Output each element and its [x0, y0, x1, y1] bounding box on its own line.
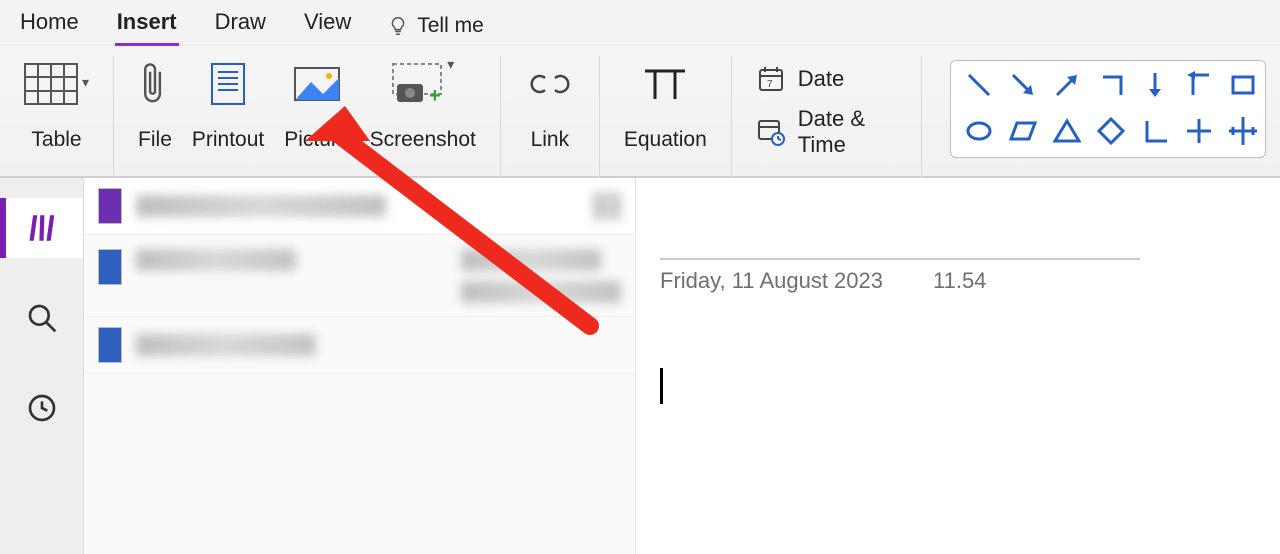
calendar-clock-icon [756, 117, 786, 147]
turn-left-down-icon[interactable] [1185, 69, 1213, 101]
left-rail [0, 178, 84, 554]
tab-insert[interactable]: Insert [115, 5, 179, 47]
picture-label: Picture [284, 128, 349, 152]
date-time-label: Date & Time [798, 106, 897, 158]
page-item[interactable] [84, 317, 635, 374]
table-label: Table [31, 128, 81, 152]
screenshot-icon: + [391, 60, 443, 108]
file-label: File [138, 128, 172, 152]
ellipse-shape-icon[interactable] [965, 115, 993, 147]
note-date: Friday, 11 August 2023 [660, 268, 883, 294]
body-area: Friday, 11 August 2023 11.54 [0, 178, 1280, 554]
title-underline [660, 258, 1140, 260]
link-label: Link [531, 128, 570, 152]
page-item[interactable] [84, 178, 635, 235]
paperclip-icon [140, 60, 170, 108]
page-item[interactable] [84, 235, 635, 317]
section-color-chip [98, 327, 122, 363]
link-button[interactable]: Link [515, 56, 585, 152]
file-button[interactable]: File [128, 56, 182, 152]
picture-icon [293, 60, 341, 108]
printout-button[interactable]: Printout [182, 56, 274, 152]
line-shape-icon[interactable] [965, 69, 993, 101]
link-icon [525, 60, 575, 108]
l-axes-icon[interactable] [1141, 115, 1169, 147]
shapes-gallery[interactable] [950, 60, 1266, 158]
redacted-text [136, 334, 316, 356]
equation-label: Equation [624, 128, 707, 152]
date-button[interactable]: 7 Date [756, 64, 897, 94]
printout-icon [208, 60, 248, 108]
tell-me-search[interactable]: Tell me [387, 14, 484, 38]
arrow-down-icon[interactable] [1141, 69, 1169, 101]
section-color-chip [98, 249, 122, 285]
chevron-down-icon: ▾ [82, 74, 89, 91]
equation-button[interactable]: Equation [614, 56, 717, 152]
arrow-se-icon[interactable] [1009, 69, 1037, 101]
redacted-text [593, 192, 621, 220]
parallelogram-shape-icon[interactable] [1009, 115, 1037, 147]
tab-draw[interactable]: Draw [213, 5, 268, 47]
table-button[interactable]: ▾ Table [14, 56, 99, 152]
rail-recent[interactable] [0, 378, 83, 438]
tab-bar: Home Insert Draw View Tell me [0, 0, 1280, 46]
search-icon [26, 302, 58, 334]
calendar-icon: 7 [756, 64, 786, 94]
corner-tr-icon[interactable] [1097, 69, 1125, 101]
arrow-ne-icon[interactable] [1053, 69, 1081, 101]
screenshot-button[interactable]: + ▾ Screenshot [360, 56, 486, 152]
tab-view[interactable]: View [302, 5, 353, 47]
redacted-text [136, 249, 296, 271]
note-time: 11.54 [933, 268, 986, 294]
svg-text:+: + [429, 85, 441, 106]
date-label: Date [798, 66, 844, 92]
printout-label: Printout [192, 128, 264, 152]
date-time-button[interactable]: Date & Time [756, 106, 897, 158]
lightbulb-icon [387, 15, 409, 37]
redacted-text [136, 195, 386, 217]
tab-home[interactable]: Home [18, 5, 81, 47]
rail-notebooks[interactable] [0, 198, 83, 258]
clock-icon [26, 392, 58, 424]
screenshot-label: Screenshot [370, 128, 476, 152]
ribbon-insert: ▾ Table File Printout [0, 46, 1280, 178]
rect-shape-icon[interactable] [1229, 69, 1257, 101]
table-icon [24, 60, 78, 108]
note-canvas[interactable]: Friday, 11 August 2023 11.54 [636, 178, 1280, 554]
redacted-text [461, 281, 621, 303]
redacted-text [461, 249, 601, 271]
rail-search[interactable] [0, 288, 83, 348]
picture-button[interactable]: Picture [274, 56, 359, 152]
date-row: Friday, 11 August 2023 11.54 [660, 268, 1256, 294]
tell-me-label: Tell me [417, 14, 484, 38]
section-color-chip [98, 188, 122, 224]
diamond-shape-icon[interactable] [1097, 115, 1125, 147]
chevron-down-icon: ▾ [447, 56, 454, 73]
triangle-shape-icon[interactable] [1053, 115, 1081, 147]
notebooks-icon [28, 211, 62, 245]
pi-icon [641, 60, 689, 108]
plus-axes-icon[interactable] [1185, 115, 1213, 147]
svg-text:7: 7 [767, 79, 773, 90]
xy-axes-big-icon[interactable] [1229, 115, 1257, 147]
text-cursor [660, 368, 663, 404]
pages-list [84, 178, 636, 554]
